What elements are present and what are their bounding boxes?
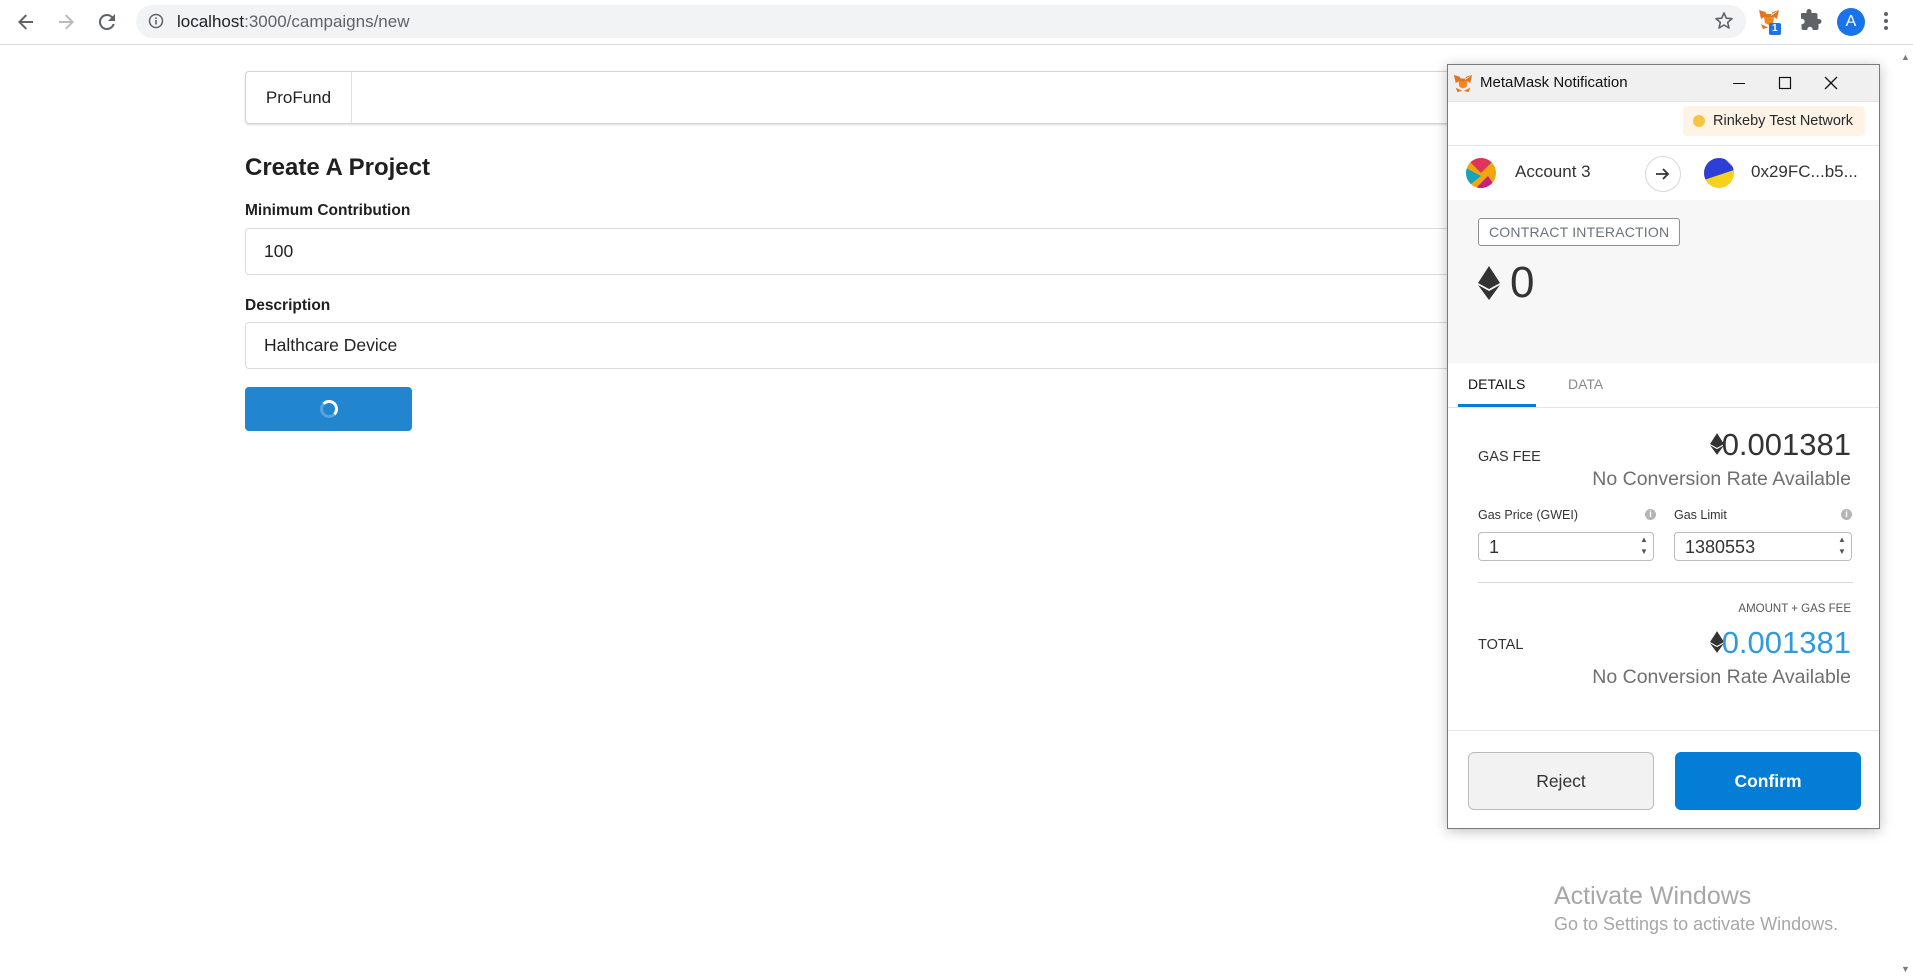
contract-interaction-badge: CONTRACT INTERACTION [1478, 218, 1681, 246]
network-name: Rinkeby Test Network [1713, 113, 1853, 129]
brand-link[interactable]: ProFund [246, 72, 352, 123]
gas-price-value: 1 [1489, 537, 1500, 557]
create-button[interactable] [245, 387, 412, 431]
from-account-name: Account 3 [1515, 162, 1591, 181]
description-label: Description [245, 297, 331, 314]
address-bar[interactable]: localhost:3000/campaigns/new [136, 5, 1746, 38]
metamask-window: MetaMask Notification Rinkeby Test Netwo… [1447, 64, 1880, 829]
detail-tabs: DETAILS DATA [1448, 363, 1879, 408]
footer-divider [1448, 730, 1879, 731]
maximize-icon[interactable] [1762, 65, 1808, 101]
back-icon[interactable] [14, 10, 38, 34]
total-conversion: No Conversion Rate Available [1592, 666, 1851, 688]
gas-limit-value: 1380553 [1685, 537, 1756, 557]
scroll-up-icon[interactable]: ▲ [1901, 52, 1910, 62]
transaction-summary: CONTRACT INTERACTION 0 [1448, 200, 1879, 363]
gas-price-label: Gas Price (GWEI) [1478, 508, 1579, 522]
url-text: localhost:3000/campaigns/new [177, 12, 410, 31]
site-info-icon[interactable] [148, 13, 164, 34]
gas-fee-value: 0.001381 [1721, 427, 1851, 462]
close-icon[interactable] [1808, 65, 1854, 101]
transaction-amount: 0 [1510, 258, 1535, 307]
puzzle-extensions-icon[interactable] [1800, 9, 1827, 35]
metamask-fox-icon [1452, 74, 1474, 99]
reject-button[interactable]: Reject [1468, 752, 1654, 810]
metamask-window-title: MetaMask Notification [1480, 74, 1628, 91]
gas-fee-conversion: No Conversion Rate Available [1592, 468, 1851, 490]
gas-limit-info-icon[interactable]: i [1841, 509, 1852, 520]
total-value: 0.001381 [1721, 625, 1851, 660]
min-contribution-label: Minimum Contribution [245, 202, 411, 219]
scroll-down-icon[interactable]: ▼ [1901, 964, 1910, 974]
network-status-dot [1693, 115, 1706, 127]
page-scrollbar[interactable] [1898, 45, 1913, 979]
active-tab-indicator [1458, 404, 1536, 407]
gas-price-stepper-icon[interactable]: ▲ ▼ [1637, 534, 1651, 560]
from-identicon [1466, 158, 1496, 188]
activate-windows-title: Activate Windows [1554, 882, 1752, 910]
forward-icon[interactable] [54, 10, 78, 34]
total-label: TOTAL [1478, 637, 1524, 653]
gas-limit-stepper-icon[interactable]: ▲ ▼ [1835, 534, 1849, 560]
account-row: Account 3 0x29FC...b5... [1448, 145, 1879, 201]
tab-details[interactable]: DETAILS [1468, 376, 1525, 392]
reload-icon[interactable] [95, 10, 119, 34]
profile-avatar[interactable]: A [1837, 8, 1865, 36]
gas-limit-input[interactable]: 1380553 ▲ ▼ [1674, 532, 1852, 561]
metamask-titlebar[interactable]: MetaMask Notification [1448, 65, 1879, 102]
gas-fee-label: GAS FEE [1478, 449, 1541, 465]
activate-windows-subtitle: Go to Settings to activate Windows. [1554, 914, 1839, 934]
details-divider [1478, 582, 1853, 583]
minimize-icon[interactable] [1716, 65, 1762, 101]
extension-badge: 1 [1769, 23, 1781, 35]
min-contribution-value: 100 [264, 241, 294, 261]
browser-toolbar: localhost:3000/campaigns/new 1 A [0, 0, 1913, 45]
to-identicon [1704, 158, 1734, 188]
more-menu-icon[interactable] [1883, 10, 1889, 37]
page-title: Create A Project [245, 154, 430, 181]
loading-spinner-icon [319, 400, 338, 418]
confirm-button[interactable]: Confirm [1675, 752, 1861, 810]
network-indicator[interactable]: Rinkeby Test Network [1683, 106, 1865, 136]
to-address: 0x29FC...b5... [1751, 162, 1858, 181]
gas-price-input[interactable]: 1 ▲ ▼ [1478, 532, 1654, 561]
gas-price-info-icon[interactable]: i [1645, 509, 1656, 520]
description-value: Halthcare Device [264, 335, 398, 355]
gas-limit-label: Gas Limit [1674, 508, 1727, 522]
arrow-right-icon [1645, 156, 1681, 192]
amount-gas-fee-label: AMOUNT + GAS FEE [1738, 603, 1851, 615]
tab-data[interactable]: DATA [1568, 376, 1603, 392]
eth-icon [1478, 266, 1500, 305]
bookmark-star-icon[interactable] [1714, 11, 1734, 36]
